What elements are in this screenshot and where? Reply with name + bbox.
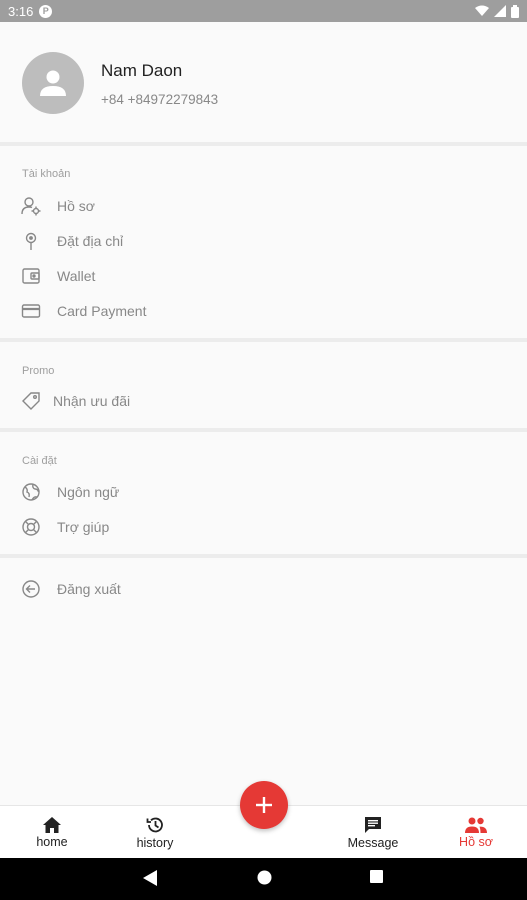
divider — [0, 554, 527, 558]
divider — [0, 428, 527, 432]
home-button-icon[interactable] — [257, 870, 272, 885]
menu-item-card-payment[interactable]: Card Payment — [20, 296, 500, 326]
section-title-account: Tài khoản — [22, 168, 71, 180]
globe-icon — [20, 481, 42, 503]
wifi-icon — [475, 5, 489, 16]
credit-card-icon — [20, 300, 42, 322]
logout-button[interactable]: Đăng xuất — [20, 574, 500, 604]
notification-icon: P — [39, 4, 53, 18]
nav-history[interactable]: history — [105, 806, 205, 859]
history-icon — [146, 817, 163, 832]
nav-home[interactable]: home — [2, 806, 102, 859]
recents-icon[interactable] — [370, 870, 383, 883]
menu-item-label: Đặt địa chỉ — [57, 233, 124, 249]
avatar[interactable] — [22, 52, 84, 114]
arrow-left-circle-icon — [20, 578, 42, 600]
divider — [0, 338, 527, 342]
people-icon — [465, 817, 487, 833]
plus-icon — [256, 797, 272, 813]
menu-item-label: Trợ giúp — [57, 519, 110, 535]
menu-item-promo[interactable]: Nhận ưu đãi — [20, 386, 500, 416]
menu-item-label: Nhận ưu đãi — [53, 393, 131, 409]
battery-icon — [511, 4, 519, 18]
menu-item-label: Ngôn ngữ — [57, 484, 120, 500]
profile-name: Nam Daon — [101, 61, 183, 80]
menu-item-label: Hồ sơ — [57, 198, 95, 214]
section-title-settings: Cài đặt — [22, 455, 57, 467]
divider — [0, 142, 527, 146]
status-bar: 3:16 P — [0, 0, 527, 22]
user-settings-icon — [20, 195, 42, 217]
tag-icon — [20, 390, 42, 412]
nav-history-label: history — [136, 835, 174, 850]
nav-profile[interactable]: Hồ sơ — [426, 806, 526, 859]
lifebuoy-icon — [20, 516, 42, 538]
section-title-promo: Promo — [22, 365, 55, 377]
nav-message-label: Message — [347, 835, 399, 850]
menu-item-help[interactable]: Trợ giúp — [20, 512, 500, 542]
menu-item-wallet[interactable]: Wallet — [20, 261, 500, 291]
menu-item-language[interactable]: Ngôn ngữ — [20, 477, 500, 507]
home-icon — [43, 816, 61, 833]
message-icon — [365, 816, 381, 833]
nav-message[interactable]: Message — [323, 806, 423, 859]
signal-icon — [494, 5, 506, 17]
wallet-icon — [20, 265, 42, 287]
person-icon — [40, 70, 66, 96]
profile-phone: +84 +84972279843 — [101, 92, 219, 107]
back-icon[interactable] — [143, 870, 157, 886]
nav-profile-label: Hồ sơ — [459, 834, 493, 849]
status-time: 3:16 — [8, 3, 34, 19]
system-navigation-bar — [0, 858, 527, 900]
menu-item-address[interactable]: Đặt địa chỉ — [20, 226, 500, 256]
location-pin-icon — [20, 230, 42, 252]
add-button[interactable] — [240, 781, 288, 829]
nav-home-label: home — [36, 834, 68, 849]
menu-item-label: Card Payment — [57, 303, 147, 319]
menu-item-profile[interactable]: Hồ sơ — [20, 191, 500, 221]
profile-header[interactable]: Nam Daon +84 +84972279843 — [0, 22, 527, 142]
menu-item-label: Wallet — [57, 268, 96, 284]
logout-label: Đăng xuất — [57, 581, 121, 597]
